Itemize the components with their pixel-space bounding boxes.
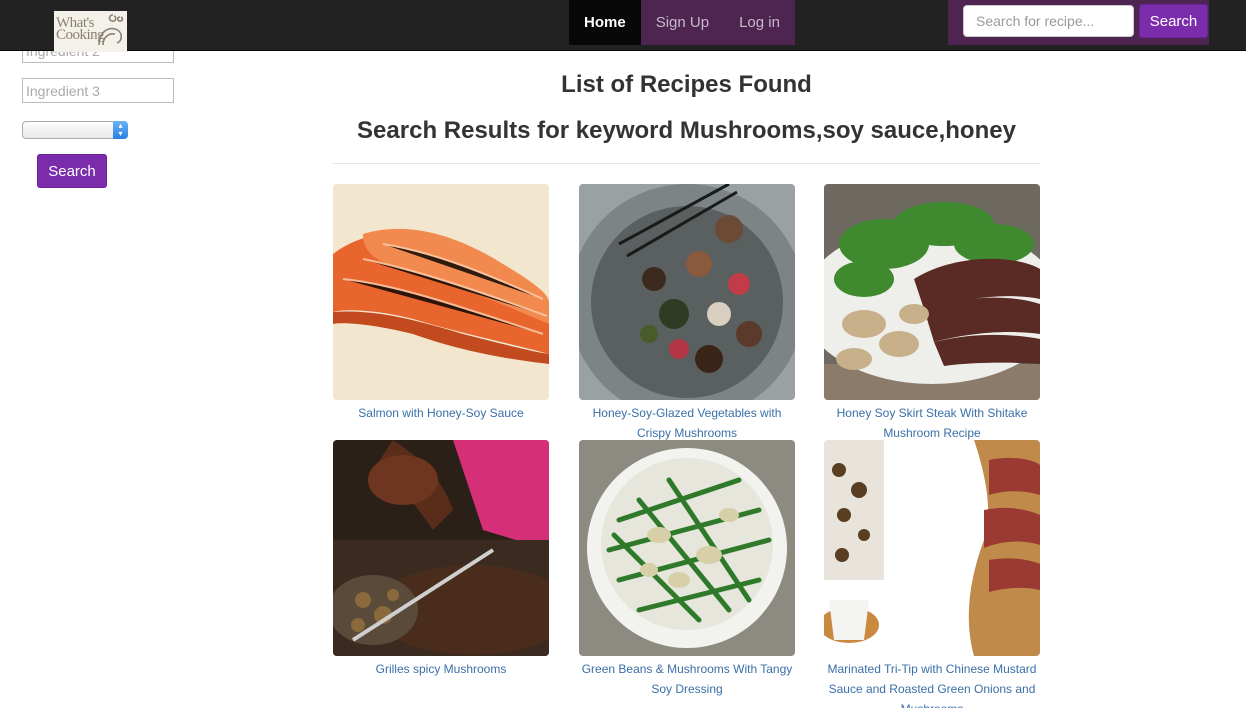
recipe-image-tri-tip[interactable] bbox=[824, 440, 1040, 656]
top-navbar: Home Sign Up Log in Search bbox=[0, 0, 1246, 51]
search-results-heading: Search Results for keyword Mushrooms,soy… bbox=[333, 117, 1040, 145]
nav-home[interactable]: Home bbox=[569, 0, 641, 45]
recipe-title-link[interactable]: Honey Soy Skirt Steak With Shitake Mushr… bbox=[824, 403, 1040, 443]
recipe-title-link[interactable]: Green Beans & Mushrooms With Tangy Soy D… bbox=[579, 659, 795, 699]
search-results-prefix: Search Results for keyword bbox=[357, 117, 674, 144]
recipe-image-glazed-vegetables[interactable] bbox=[579, 184, 795, 400]
recipe-card[interactable]: Honey Soy Skirt Steak With Shitake Mushr… bbox=[824, 184, 1040, 443]
nav-log-in[interactable]: Log in bbox=[724, 0, 795, 45]
recipe-title-link[interactable]: Honey-Soy-Glazed Vegetables with Crispy … bbox=[579, 403, 795, 443]
divider bbox=[333, 163, 1040, 164]
main-nav: Home Sign Up Log in bbox=[569, 0, 795, 45]
recipe-title-link[interactable]: Grilles spicy Mushrooms bbox=[333, 659, 549, 679]
recipe-image-grilled-mushrooms[interactable] bbox=[333, 440, 549, 656]
recipe-title-link[interactable]: Marinated Tri-Tip with Chinese Mustard S… bbox=[824, 659, 1040, 708]
search-keyword: Mushrooms,soy sauce,honey bbox=[679, 117, 1016, 144]
recipe-image-green-beans[interactable] bbox=[579, 440, 795, 656]
sidebar-search-button[interactable]: Search bbox=[37, 154, 107, 188]
navbar-search-form: Search bbox=[948, 0, 1209, 45]
page-title: List of Recipes Found bbox=[561, 71, 812, 98]
nav-sign-up[interactable]: Sign Up bbox=[640, 0, 725, 45]
site-logo[interactable]: What's Cooking bbox=[54, 11, 127, 52]
recipe-card[interactable]: Grilles spicy Mushrooms bbox=[333, 440, 549, 679]
recipe-title-link[interactable]: Salmon with Honey-Soy Sauce bbox=[333, 403, 549, 423]
logo-text: What's Cooking bbox=[56, 15, 105, 43]
recipe-card[interactable]: Salmon with Honey-Soy Sauce bbox=[333, 184, 549, 423]
ingredient-3-input[interactable] bbox=[22, 78, 174, 103]
recipe-card[interactable]: Green Beans & Mushrooms With Tangy Soy D… bbox=[579, 440, 795, 699]
recipe-image-skirt-steak[interactable] bbox=[824, 184, 1040, 400]
recipe-card[interactable]: Honey-Soy-Glazed Vegetables with Crispy … bbox=[579, 184, 795, 443]
select-arrows-icon: ▴ ▾ bbox=[113, 121, 128, 139]
category-select[interactable]: ▴ ▾ bbox=[22, 121, 128, 139]
recipe-image-salmon[interactable] bbox=[333, 184, 549, 400]
recipe-search-input[interactable] bbox=[963, 5, 1134, 37]
navbar-search-button[interactable]: Search bbox=[1139, 4, 1208, 38]
recipe-card[interactable]: Marinated Tri-Tip with Chinese Mustard S… bbox=[824, 440, 1040, 708]
